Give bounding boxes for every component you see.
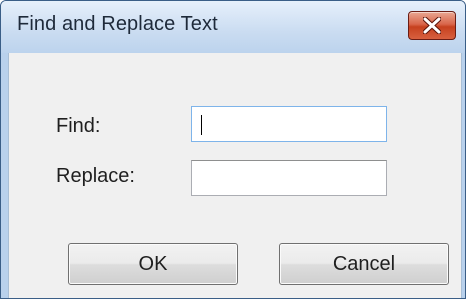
- close-x-icon: [423, 17, 441, 34]
- close-button[interactable]: [408, 11, 456, 40]
- dialog-body: Find: Replace: OK Cancel: [8, 53, 462, 298]
- replace-input[interactable]: [191, 160, 387, 196]
- find-label: Find:: [56, 115, 101, 137]
- text-caret: [201, 115, 202, 135]
- title-bar[interactable]: Find and Replace Text: [1, 1, 465, 53]
- replace-label: Replace:: [56, 165, 135, 187]
- find-replace-dialog: Find and Replace Text Find: Replace: OK …: [0, 0, 466, 299]
- find-input[interactable]: [191, 106, 387, 142]
- dialog-title: Find and Replace Text: [17, 13, 218, 35]
- ok-button[interactable]: OK: [68, 243, 238, 285]
- cancel-button[interactable]: Cancel: [279, 243, 449, 285]
